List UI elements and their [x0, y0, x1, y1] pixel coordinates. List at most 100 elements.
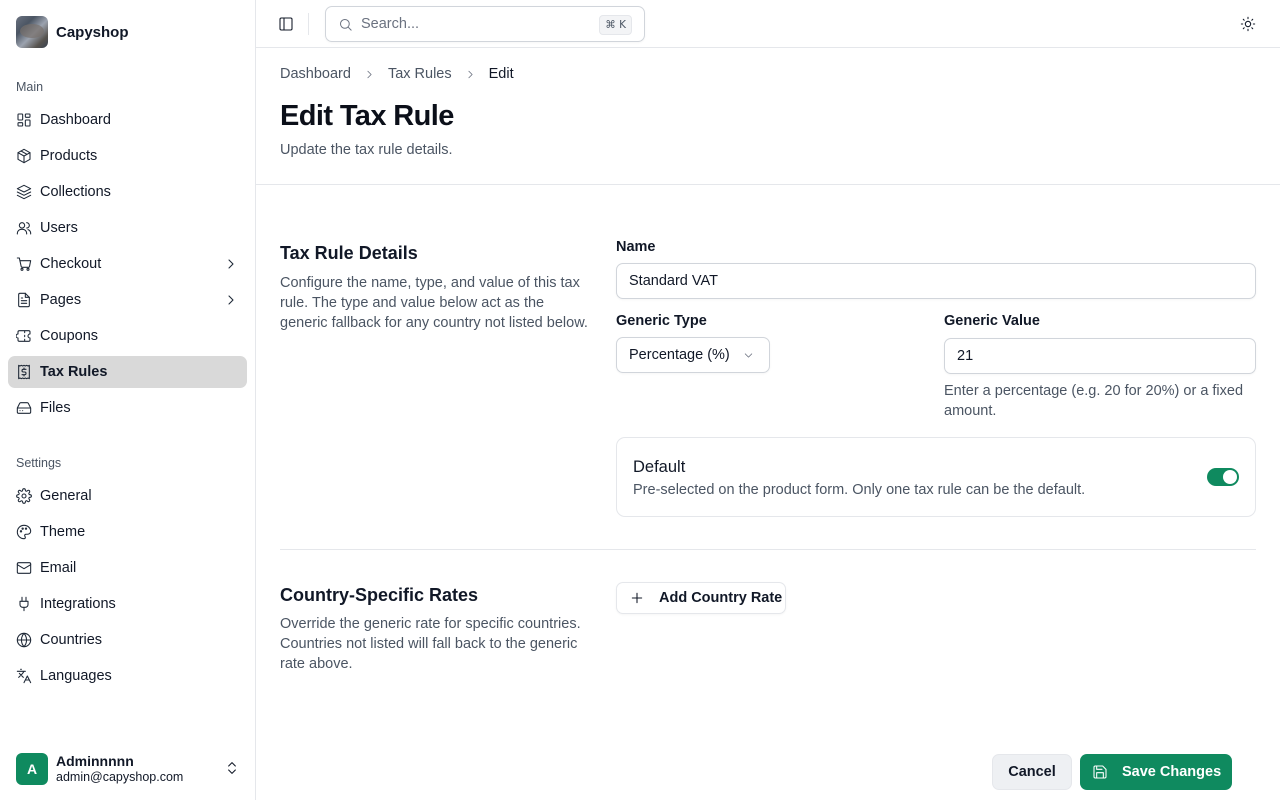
breadcrumb: Dashboard Tax Rules Edit — [280, 66, 514, 82]
save-icon — [1092, 764, 1108, 780]
search-shortcut: ⌘ K — [599, 15, 632, 35]
hard-drive-icon — [16, 400, 32, 416]
default-card: Default Pre-selected on the product form… — [616, 437, 1256, 517]
divider — [280, 549, 1256, 550]
brand[interactable]: Capyshop — [16, 16, 129, 48]
section-title-details: Tax Rule Details — [280, 243, 418, 263]
breadcrumb-dashboard[interactable]: Dashboard — [280, 66, 351, 82]
sidebar-item-dashboard[interactable]: Dashboard — [8, 104, 247, 136]
name-label: Name — [616, 239, 656, 255]
dashboard-icon — [16, 112, 32, 128]
sidebar: Capyshop Main Dashboard Products Collect… — [0, 0, 256, 800]
sidebar-item-email[interactable]: Email — [8, 552, 247, 584]
default-toggle[interactable] — [1207, 468, 1239, 486]
default-description: Pre-selected on the product form. Only o… — [633, 482, 1086, 498]
sidebar-item-label: Theme — [40, 524, 86, 540]
sidebar-item-general[interactable]: General — [8, 480, 247, 512]
plug-icon — [16, 596, 32, 612]
chevron-right-icon — [464, 68, 477, 81]
add-country-rate-button[interactable]: Add Country Rate — [616, 582, 786, 614]
search-box[interactable]: ⌘ K — [325, 6, 645, 42]
page-title: Edit Tax Rule — [280, 100, 454, 132]
avatar: A — [16, 753, 48, 785]
user-menu[interactable]: A Adminnnnn admin@capyshop.com — [16, 752, 240, 786]
chevrons-up-down-icon[interactable] — [224, 760, 240, 776]
chevron-right-icon — [223, 292, 239, 308]
chevron-down-icon — [742, 349, 755, 362]
plus-icon — [629, 590, 645, 606]
globe-icon — [16, 632, 32, 648]
breadcrumb-tax-rules[interactable]: Tax Rules — [388, 66, 452, 82]
sidebar-item-label: Files — [40, 400, 71, 416]
gear-icon — [16, 488, 32, 504]
generic-type-value: Percentage (%) — [629, 347, 730, 363]
chevron-right-icon — [363, 68, 376, 81]
section-description-details: Configure the name, type, and value of t… — [280, 275, 588, 331]
generic-type-select[interactable]: Percentage (%) — [616, 337, 770, 373]
sidebar-item-languages[interactable]: Languages — [8, 660, 247, 692]
sidebar-item-label: Checkout — [40, 256, 102, 272]
cart-icon — [16, 256, 32, 272]
package-icon — [16, 148, 32, 164]
save-label: Save Changes — [1122, 764, 1222, 780]
sun-icon[interactable] — [1240, 16, 1256, 32]
cancel-button[interactable]: Cancel — [992, 754, 1072, 790]
search-icon — [338, 17, 353, 32]
ticket-icon — [16, 328, 32, 344]
chevron-right-icon — [223, 256, 239, 272]
sidebar-item-label: Email — [40, 560, 77, 576]
section-description-country-rates: Override the generic rate for specific c… — [280, 616, 581, 672]
sidebar-item-countries[interactable]: Countries — [8, 624, 247, 656]
sidebar-group-main: Main — [16, 80, 44, 94]
generic-type-label: Generic Type — [616, 313, 707, 329]
divider — [256, 184, 1280, 185]
topbar: ⌘ K — [256, 0, 1280, 48]
brand-name: Capyshop — [56, 23, 129, 41]
generic-value-hint: Enter a percentage (e.g. 20 for 20%) or … — [944, 383, 1244, 419]
section-title-country-rates: Country-Specific Rates — [280, 585, 479, 605]
sidebar-item-label: Pages — [40, 292, 82, 308]
sidebar-group-settings: Settings — [16, 456, 62, 470]
sidebar-item-tax-rules[interactable]: Tax Rules — [8, 356, 247, 388]
save-button[interactable]: Save Changes — [1080, 754, 1232, 790]
sidebar-item-checkout[interactable]: Checkout — [8, 248, 247, 280]
palette-icon — [16, 524, 32, 540]
name-input[interactable] — [616, 263, 1256, 299]
sidebar-item-theme[interactable]: Theme — [8, 516, 247, 548]
breadcrumb-current: Edit — [488, 66, 514, 82]
topbar-divider — [308, 13, 309, 35]
sidebar-item-integrations[interactable]: Integrations — [8, 588, 247, 620]
sidebar-item-label: Coupons — [40, 328, 99, 344]
sidebar-item-collections[interactable]: Collections — [8, 176, 247, 208]
sidebar-item-pages[interactable]: Pages — [8, 284, 247, 316]
generic-value-label: Generic Value — [944, 313, 1040, 329]
languages-icon — [16, 668, 32, 684]
sidebar-item-coupons[interactable]: Coupons — [8, 320, 247, 352]
layers-icon — [16, 184, 32, 200]
sidebar-item-label: Countries — [40, 632, 103, 648]
receipt-dollar-icon — [16, 364, 32, 380]
sidebar-item-label: Products — [40, 148, 98, 164]
sidebar-item-label: Collections — [40, 184, 111, 200]
file-text-icon — [16, 292, 32, 308]
sidebar-item-label: Integrations — [40, 596, 116, 612]
mail-icon — [16, 560, 32, 576]
user-name: Adminnnnn — [56, 753, 134, 769]
add-country-rate-label: Add Country Rate — [659, 590, 783, 606]
search-input[interactable] — [361, 16, 591, 32]
sidebar-item-products[interactable]: Products — [8, 140, 247, 172]
default-title: Default — [633, 458, 686, 476]
generic-value-input[interactable] — [944, 338, 1256, 374]
sidebar-item-label: Dashboard — [40, 112, 111, 128]
sidebar-item-label: Languages — [40, 668, 112, 684]
brand-logo — [16, 16, 48, 48]
sidebar-item-label: General — [40, 488, 92, 504]
users-icon — [16, 220, 32, 236]
sidebar-item-users[interactable]: Users — [8, 212, 247, 244]
user-email: admin@capyshop.com — [56, 770, 184, 784]
sidebar-item-label: Users — [40, 220, 78, 236]
sidebar-item-files[interactable]: Files — [8, 392, 247, 424]
sidebar-item-label: Tax Rules — [40, 364, 108, 380]
sidebar-toggle-icon[interactable] — [278, 16, 294, 32]
page-subtitle: Update the tax rule details. — [280, 142, 453, 158]
